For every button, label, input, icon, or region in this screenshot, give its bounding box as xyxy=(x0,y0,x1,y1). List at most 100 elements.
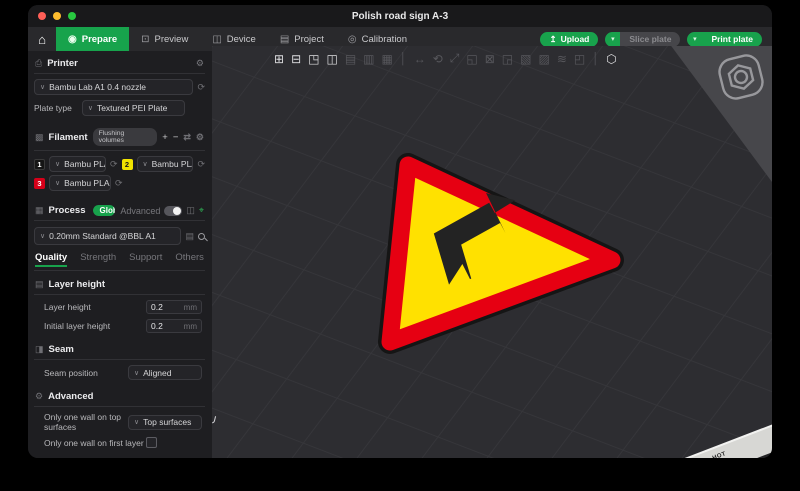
process-section-header: ▦ Process Global Objects Advanced ◫ ⌖ xyxy=(34,201,205,221)
action-buttons: ↥ Upload ▾ Slice plate ▾ Print plate xyxy=(540,32,772,47)
layer-height-icon: ▤ xyxy=(35,279,44,290)
layout-icon-3: ▦ xyxy=(382,52,393,66)
filament-section-header: ▩ Filament Flushing volumes + − ⇄ ⚙ xyxy=(34,124,205,151)
flushing-volumes-button[interactable]: Flushing volumes xyxy=(93,128,158,146)
layout-icon-2: ▥ xyxy=(363,52,374,66)
zoom-window-icon[interactable] xyxy=(68,12,76,20)
chevron-down-icon: ∨ xyxy=(55,160,60,168)
seam-position-dropdown[interactable]: ∨ Aligned xyxy=(128,365,202,380)
printer-settings-gear-icon[interactable]: ⚙ xyxy=(196,58,204,69)
slice-options-button[interactable]: ▾ xyxy=(605,32,620,47)
rotate-icon: ⟲ xyxy=(433,52,443,66)
print-plate-button[interactable]: Print plate xyxy=(702,32,762,47)
upload-icon: ↥ xyxy=(549,34,556,45)
save-preset-icon[interactable]: ▤ xyxy=(185,231,194,242)
calibration-icon: ◎ xyxy=(348,34,357,45)
tab-prepare[interactable]: ◉ Prepare xyxy=(56,27,129,51)
seam-icon: ◨ xyxy=(35,344,44,355)
text-icon: ≋ xyxy=(557,52,567,66)
titlebar: Polish road sign A-3 xyxy=(28,5,772,27)
process-icon: ▦ xyxy=(35,205,44,216)
advanced-label: Advanced xyxy=(120,206,160,216)
close-window-icon[interactable] xyxy=(38,12,46,20)
filament-1-edit-icon[interactable]: ⟳ xyxy=(110,159,118,170)
tab-quality[interactable]: Quality xyxy=(35,252,67,267)
plate-warning-text: HOT SU xyxy=(712,451,730,458)
filament-3-badge[interactable]: 3 xyxy=(34,178,45,189)
filament-2-edit-icon[interactable]: ⟳ xyxy=(197,159,205,170)
minimize-window-icon[interactable] xyxy=(53,12,61,20)
advanced-toggle[interactable] xyxy=(164,206,182,216)
ams-sync-icon[interactable]: ⇄ xyxy=(183,132,191,143)
filament-settings-gear-icon[interactable]: ⚙ xyxy=(196,132,204,143)
chevron-down-icon: ∨ xyxy=(40,232,45,240)
initial-layer-height-input[interactable]: 0.2 mm xyxy=(146,319,202,333)
plate-type-dropdown[interactable]: ∨ Textured PEI Plate xyxy=(82,100,185,116)
filament-3-edit-icon[interactable]: ⟳ xyxy=(115,178,123,189)
auto-arrange-icon[interactable]: ◳ xyxy=(308,52,319,66)
toolbar-separator: │ xyxy=(592,53,599,65)
home-button[interactable]: ⌂ xyxy=(28,27,56,51)
filament-2-badge[interactable]: 2 xyxy=(122,159,133,170)
sidebar: ⎙ Printer ⚙ ∨ Bambu Lab A1 0.4 nozzle ⟳ … xyxy=(28,51,212,458)
cut-icon: ⊠ xyxy=(485,52,495,66)
initial-layer-height-label: Initial layer height xyxy=(44,321,146,331)
slice-plate-button[interactable]: Slice plate xyxy=(620,32,680,47)
process-preset-dropdown[interactable]: ∨ 0.20mm Standard @BBL A1 xyxy=(34,227,181,245)
road-sign-model[interactable] xyxy=(360,110,660,380)
split-objects-icon[interactable]: ◫ xyxy=(326,52,337,66)
filament-1-badge[interactable]: 1 xyxy=(34,159,45,170)
nav-cube[interactable] xyxy=(712,48,770,106)
tab-strength[interactable]: Strength xyxy=(80,252,116,267)
viewport-canvas[interactable]: ⊞ ⊟ ◳ ◫ ▤ ▥ ▦ │ ↔ ⟲ ⤢ ◱ ⊠ ◲ ▧ ▨ ≋ ◰ │ ⬡ xyxy=(212,46,772,458)
chevron-down-icon: ∨ xyxy=(134,418,139,426)
filament-2-dropdown[interactable]: ∨ Bambu PLA Basic xyxy=(137,156,194,172)
objects-table-icon[interactable]: ◫ xyxy=(186,205,195,216)
filament-3-dropdown[interactable]: ∨ Bambu PLA Basic xyxy=(49,175,111,191)
scale-icon: ⤢ xyxy=(450,51,460,66)
mesh-boolean-icon: ◲ xyxy=(502,52,513,66)
chevron-down-icon: ∨ xyxy=(134,369,139,377)
params-tree-icon[interactable]: ⌖ xyxy=(199,205,204,216)
layer-height-label: Layer height xyxy=(44,302,146,312)
color-paint-icon: ◰ xyxy=(574,52,585,66)
add-plate-icon[interactable]: ⊟ xyxy=(291,52,301,66)
search-icon[interactable] xyxy=(198,233,205,240)
tab-preview[interactable]: ⊡ Preview xyxy=(129,27,200,51)
home-icon: ⌂ xyxy=(38,32,46,47)
device-icon: ◫ xyxy=(212,34,221,45)
one-wall-first-layer-checkbox[interactable] xyxy=(146,437,157,448)
prepare-icon: ◉ xyxy=(68,34,77,45)
chevron-down-icon: ∨ xyxy=(143,160,148,168)
remove-filament-button[interactable]: − xyxy=(173,132,179,143)
layout-icon-1: ▤ xyxy=(345,52,356,66)
filament-1-dropdown[interactable]: ∨ Bambu PLA Basic xyxy=(49,156,106,172)
advanced-section-header: ⚙ Advanced xyxy=(34,387,205,407)
one-wall-top-dropdown[interactable]: ∨ Top surfaces xyxy=(128,415,202,430)
assembly-view-icon[interactable]: ⬡ xyxy=(606,52,616,66)
printer-section-header: ⎙ Printer ⚙ xyxy=(34,54,205,74)
upload-button[interactable]: ↥ Upload xyxy=(540,32,598,47)
support-paint-icon: ▧ xyxy=(520,52,531,66)
scope-global[interactable]: Global xyxy=(93,205,116,216)
one-wall-first-layer-label: Only one wall on first layer xyxy=(44,438,146,448)
printer-icon: ⎙ xyxy=(35,58,42,69)
seam-section-header: ◨ Seam xyxy=(34,340,205,360)
desktop: Polish road sign A-3 ⌂ ◉ Prepare ⊡ Previ… xyxy=(0,0,800,491)
layer-height-section-header: ▤ Layer height xyxy=(34,275,205,295)
print-options-button[interactable]: ▾ xyxy=(687,32,702,47)
tab-support[interactable]: Support xyxy=(129,252,162,267)
chevron-down-icon: ▾ xyxy=(611,35,615,43)
process-scope-toggle[interactable]: Global Objects xyxy=(93,205,116,216)
layer-height-input[interactable]: 0.2 mm xyxy=(146,300,202,314)
add-object-icon[interactable]: ⊞ xyxy=(274,52,284,66)
add-filament-button[interactable]: + xyxy=(162,132,168,143)
preview-icon: ⊡ xyxy=(141,34,149,45)
print-plate-split-button: ▾ Print plate xyxy=(687,32,762,47)
tab-others[interactable]: Others xyxy=(175,252,204,267)
slice-plate-split-button: ▾ Slice plate xyxy=(605,32,680,47)
printer-preset-dropdown[interactable]: ∨ Bambu Lab A1 0.4 nozzle xyxy=(34,79,193,95)
viewport-toolbar: ⊞ ⊟ ◳ ◫ ▤ ▥ ▦ │ ↔ ⟲ ⤢ ◱ ⊠ ◲ ▧ ▨ ≋ ◰ │ ⬡ xyxy=(274,51,617,66)
app-window: Polish road sign A-3 ⌂ ◉ Prepare ⊡ Previ… xyxy=(28,5,772,458)
printer-sync-icon[interactable]: ⟳ xyxy=(197,82,205,93)
